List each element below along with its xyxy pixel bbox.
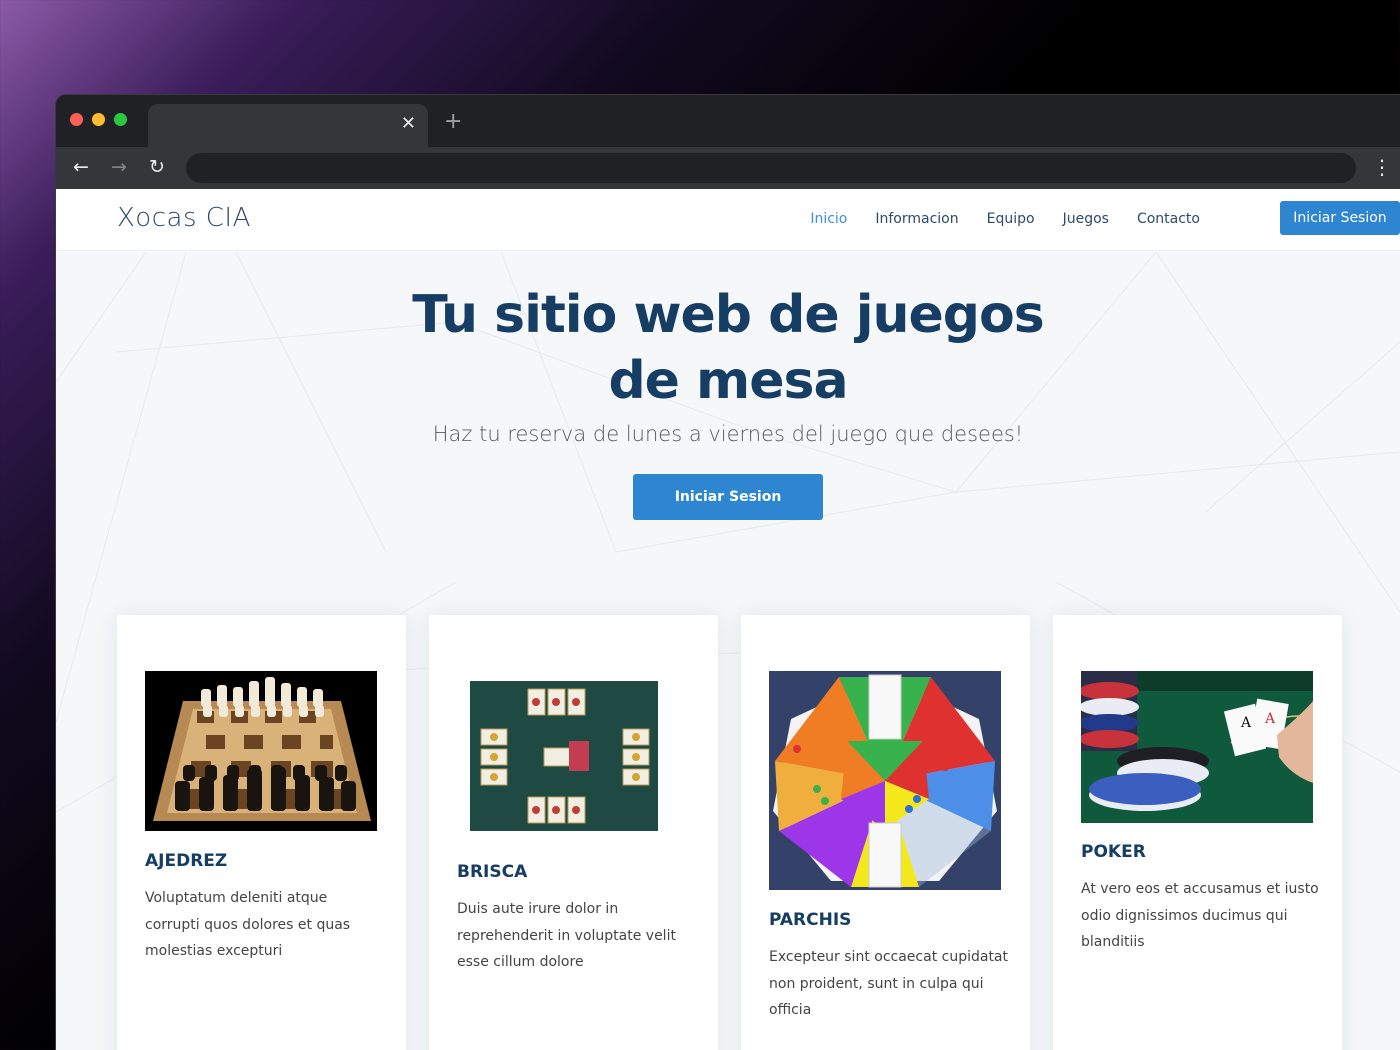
browser-menu-icon[interactable]: ⋮: [1372, 155, 1392, 179]
forward-icon[interactable]: →: [111, 156, 127, 178]
address-bar[interactable]: [186, 153, 1356, 183]
window-controls: [70, 113, 127, 126]
main-nav: Inicio Informacion Equipo Juegos Contact…: [810, 211, 1200, 227]
hero-title: Tu sitio web de juegos de mesa: [412, 285, 1044, 411]
card-description: Excepteur sint occaecat cupidatat non pr…: [769, 949, 1008, 1018]
game-card-ajedrez[interactable]: AJEDREZ Voluptatum deleniti atque corrup…: [117, 615, 406, 1050]
browser-tab[interactable]: ✕: [148, 104, 428, 147]
card-title: BRISCA: [457, 862, 528, 882]
svg-text:A: A: [1264, 711, 1276, 727]
nav-item-informacion[interactable]: Informacion: [875, 211, 958, 227]
window-minimize-button[interactable]: [92, 113, 105, 126]
site-header: Xocas CIA Inicio Informacion Equipo Jueg…: [56, 189, 1400, 251]
window-close-button[interactable]: [70, 113, 83, 126]
hero-section: Tu sitio web de juegos de mesa Haz tu re…: [56, 252, 1400, 1050]
cards-image: [457, 671, 689, 841]
card-title: AJEDREZ: [145, 851, 228, 871]
hero-subtitle: Haz tu reserva de lunes a viernes del ju…: [432, 422, 1024, 446]
game-card-poker[interactable]: A A POKER At vero eos et accusamus et iu…: [1053, 615, 1342, 1050]
window-maximize-button[interactable]: [114, 113, 127, 126]
reload-icon[interactable]: ↻: [149, 156, 165, 178]
new-tab-icon[interactable]: +: [444, 109, 462, 134]
nav-item-equipo[interactable]: Equipo: [987, 211, 1035, 227]
close-icon[interactable]: ✕: [401, 113, 416, 134]
page-viewport: Xocas CIA Inicio Informacion Equipo Jueg…: [56, 189, 1400, 1050]
card-description: Voluptatum deleniti atque corrupti quos …: [145, 890, 351, 959]
nav-item-inicio[interactable]: Inicio: [810, 211, 847, 227]
nav-item-contacto[interactable]: Contacto: [1137, 211, 1200, 227]
card-description: At vero eos et accusamus et iusto odio d…: [1081, 881, 1319, 950]
nav-item-juegos[interactable]: Juegos: [1063, 211, 1109, 227]
card-title: PARCHIS: [769, 910, 852, 930]
games-grid: AJEDREZ Voluptatum deleniti atque corrup…: [117, 615, 1342, 1050]
parchis-image: [769, 671, 1001, 890]
poker-image: A A: [1081, 671, 1313, 823]
svg-text:A: A: [1240, 715, 1252, 731]
hero-login-button[interactable]: Iniciar Sesion: [633, 474, 823, 520]
back-icon[interactable]: ←: [73, 156, 89, 178]
site-logo[interactable]: Xocas CIA: [117, 203, 251, 233]
tab-bar: ✕ +: [56, 95, 1400, 147]
header-login-button[interactable]: Iniciar Sesion: [1280, 201, 1400, 235]
chess-image: [145, 671, 377, 831]
card-title: POKER: [1081, 842, 1146, 862]
card-description: Duis aute irure dolor in reprehenderit i…: [457, 901, 676, 970]
game-card-brisca[interactable]: BRISCA Duis aute irure dolor in reprehen…: [429, 615, 718, 1050]
browser-toolbar: ← → ↻ ⋮: [56, 147, 1400, 189]
browser-window: ✕ + ← → ↻ ⋮ Xocas CIA Inicio Informacion…: [56, 95, 1400, 1050]
game-card-parchis[interactable]: PARCHIS Excepteur sint occaecat cupidata…: [741, 615, 1030, 1050]
